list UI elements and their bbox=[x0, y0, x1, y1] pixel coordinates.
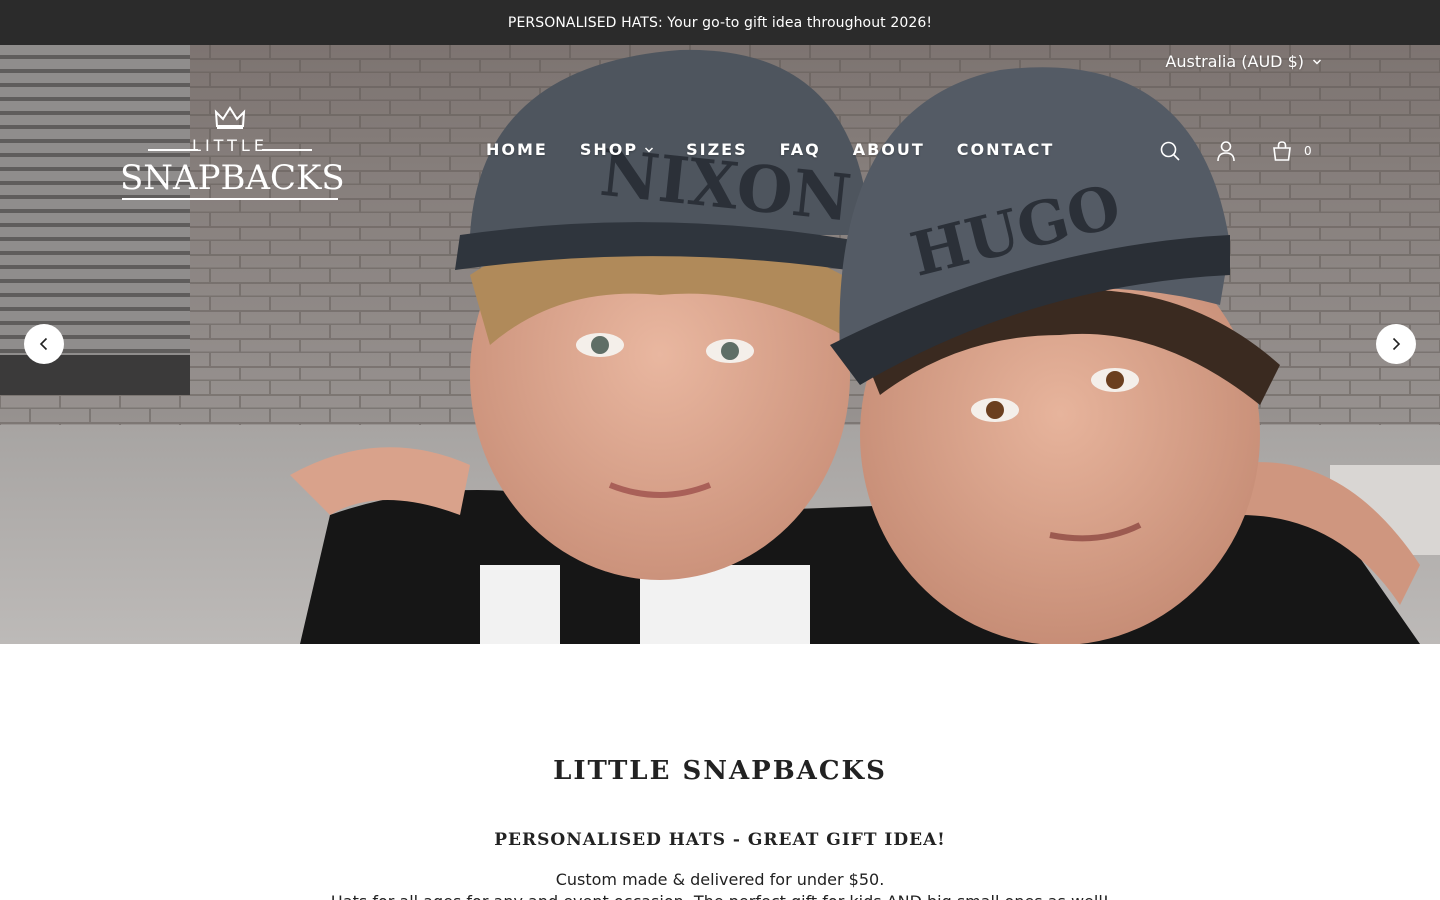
nav-item-contact[interactable]: CONTACT bbox=[957, 140, 1054, 159]
chevron-down-icon bbox=[1312, 58, 1322, 65]
slideshow-next-button[interactable] bbox=[1376, 324, 1416, 364]
nav-item-about[interactable]: ABOUT bbox=[853, 140, 925, 159]
nav-item-sizes[interactable]: SIZES bbox=[686, 140, 748, 159]
currency-selector[interactable]: Australia (AUD $) bbox=[1165, 52, 1322, 71]
crown-icon bbox=[214, 106, 246, 129]
chevron-left-icon bbox=[39, 337, 48, 351]
nav-item-faq[interactable]: FAQ bbox=[780, 140, 821, 159]
header-icons: 0 bbox=[1158, 139, 1312, 163]
nav-item-shop[interactable]: SHOP bbox=[580, 140, 654, 159]
logo-rule-right bbox=[262, 149, 312, 151]
currency-label: Australia (AUD $) bbox=[1165, 52, 1304, 71]
cart-icon[interactable] bbox=[1270, 139, 1294, 163]
logo-top-text: LITTLE bbox=[192, 136, 268, 155]
nav-label: ABOUT bbox=[852, 140, 925, 159]
site-logo[interactable]: LITTLE SNAPBACKS bbox=[120, 106, 345, 202]
section-title: LITTLE SNAPBACKS bbox=[553, 756, 887, 786]
nav-label: FAQ bbox=[779, 140, 821, 159]
section-text-line-1: Custom made & delivered for under $50. bbox=[555, 870, 885, 889]
nav-label: SHOP bbox=[579, 140, 639, 159]
announcement-text: PERSONALISED HATS: Your go-to gift idea … bbox=[507, 14, 933, 31]
announcement-bar: PERSONALISED HATS: Your go-to gift idea … bbox=[0, 0, 1440, 45]
nav-label: CONTACT bbox=[956, 140, 1055, 159]
search-icon[interactable] bbox=[1158, 139, 1182, 163]
nav-item-home[interactable]: HOME bbox=[486, 140, 548, 159]
nav-label: HOME bbox=[486, 140, 548, 159]
chevron-down-icon bbox=[645, 146, 654, 153]
nav-label: SIZES bbox=[686, 140, 748, 159]
section-subtitle: PERSONALISED HATS - GREAT GIFT IDEA! bbox=[494, 830, 946, 850]
section-text-line-2: Hats for all ages for any and event occa… bbox=[0, 892, 1440, 900]
logo-main-text: SNAPBACKS bbox=[120, 158, 345, 198]
main-navigation: HOME SHOP SIZES FAQ ABOUT CONTACT bbox=[486, 140, 1054, 159]
account-icon[interactable] bbox=[1214, 139, 1238, 163]
chevron-right-icon bbox=[1392, 337, 1401, 351]
cart-count: 0 bbox=[1304, 144, 1312, 158]
logo-underline bbox=[122, 198, 338, 200]
slideshow-prev-button[interactable] bbox=[24, 324, 64, 364]
